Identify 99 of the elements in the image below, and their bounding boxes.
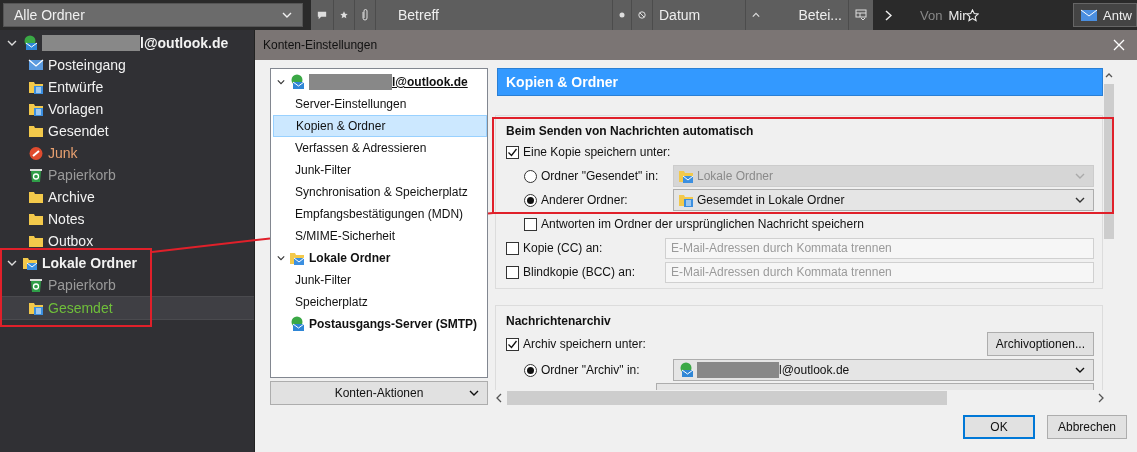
reply-button[interactable]: Antw bbox=[1073, 3, 1137, 27]
column-picker-icon[interactable] bbox=[855, 9, 867, 21]
folder-item[interactable]: Papierkorb bbox=[0, 164, 254, 186]
folder-item[interactable]: Outbox bbox=[0, 230, 254, 252]
folder-item[interactable]: Vorlagen bbox=[0, 98, 254, 120]
radio-label: Anderer Ordner: bbox=[541, 193, 629, 207]
tree-item[interactable]: Junk-Filter bbox=[273, 159, 487, 181]
chevron-down-icon bbox=[7, 40, 17, 46]
folder-icon bbox=[28, 300, 44, 316]
tree-item[interactable]: S/MIME-Sicherheit bbox=[273, 225, 487, 247]
horizontal-scrollbar[interactable] bbox=[495, 390, 1105, 406]
folder-icon bbox=[289, 250, 305, 266]
folder-item[interactable]: Posteingang bbox=[0, 54, 254, 76]
account-icon bbox=[22, 35, 38, 51]
account-row[interactable]: Lokale Ordner bbox=[0, 252, 254, 274]
tree-item[interactable]: l@outlook.de bbox=[273, 71, 487, 93]
bin-icon bbox=[28, 277, 44, 293]
folder-item[interactable]: Gesemdet bbox=[0, 296, 254, 320]
folder-item[interactable]: Entwürfe bbox=[0, 76, 254, 98]
blocked-icon[interactable] bbox=[638, 9, 646, 21]
tree-item[interactable]: Lokale Ordner bbox=[273, 247, 487, 269]
account-actions-button[interactable]: Konten-Aktionen bbox=[270, 381, 488, 405]
section-title: Beim Senden von Nachrichten automatisch bbox=[506, 123, 755, 140]
chevron-down-icon[interactable] bbox=[277, 79, 285, 85]
envelope-icon bbox=[1080, 7, 1099, 23]
folder-icon bbox=[28, 123, 44, 139]
dialog-title: Konten-Einstellungen bbox=[263, 38, 378, 52]
panel-header: Kopien & Ordner bbox=[497, 68, 1104, 96]
bcc-field[interactable]: E-Mail-Adressen durch Kommata trennen bbox=[665, 261, 1095, 283]
checkbox-label: Antworten im Ordner der ursprünglichen Nachricht speichern bbox=[541, 217, 864, 231]
chevron-down-icon bbox=[1075, 173, 1086, 179]
checkbox[interactable] bbox=[506, 241, 519, 255]
folder-item[interactable]: Notes bbox=[0, 208, 254, 230]
cc-field[interactable]: E-Mail-Adressen durch Kommata trennen bbox=[665, 237, 1095, 259]
scroll-right-icon[interactable] bbox=[1097, 391, 1105, 405]
close-icon bbox=[1113, 38, 1125, 51]
tree-item[interactable]: Postausgangs-Server (SMTP) bbox=[273, 313, 487, 335]
chevron-down-icon bbox=[1075, 197, 1086, 203]
radio-button[interactable] bbox=[524, 363, 537, 377]
radio-button[interactable] bbox=[524, 193, 537, 207]
checkbox-label: Blindkopie (BCC) an: bbox=[523, 265, 637, 279]
tree-item[interactable]: Speicherplatz bbox=[273, 291, 487, 313]
speech-bubble-icon[interactable] bbox=[317, 9, 327, 21]
scroll-left-icon[interactable] bbox=[495, 391, 503, 405]
folder-icon bbox=[22, 255, 38, 271]
chevron-down-icon bbox=[7, 260, 17, 266]
envelope-icon bbox=[28, 57, 44, 73]
folder-item[interactable]: Papierkorb bbox=[0, 274, 254, 296]
from-label: Von bbox=[920, 7, 943, 23]
folder-icon bbox=[28, 101, 44, 117]
account-icon bbox=[289, 316, 305, 332]
star-icon[interactable] bbox=[966, 8, 980, 22]
tree-item[interactable]: Synchronisation & Speicherplatz bbox=[273, 181, 487, 203]
twisty-icon[interactable] bbox=[6, 260, 18, 266]
chevron-right-icon[interactable] bbox=[885, 9, 892, 21]
dot-icon[interactable] bbox=[619, 12, 625, 18]
tree-item[interactable]: Server-Einstellungen bbox=[273, 93, 487, 115]
checkbox-label: Archiv speichern unter: bbox=[523, 337, 646, 351]
bin-icon bbox=[28, 167, 44, 183]
chevron-down-icon bbox=[469, 390, 479, 396]
radio-label: Ordner "Archiv" in: bbox=[541, 363, 641, 377]
twisty-icon[interactable] bbox=[6, 40, 18, 46]
sender-name: Mir bbox=[948, 7, 967, 23]
folder-item[interactable]: Junk bbox=[0, 142, 254, 164]
account-icon bbox=[289, 74, 305, 90]
checkbox-label: Eine Kopie speichern unter: bbox=[523, 145, 671, 159]
checkbox[interactable] bbox=[524, 217, 537, 231]
folder-item[interactable]: Gesendet bbox=[0, 120, 254, 142]
folder-icon bbox=[28, 79, 44, 95]
tree-item[interactable]: Verfassen & Adressieren bbox=[273, 137, 487, 159]
folder-icon bbox=[678, 192, 694, 208]
checkbox-label: Kopie (CC) an: bbox=[523, 241, 604, 255]
tree-item[interactable]: Kopien & Ordner bbox=[273, 115, 487, 137]
checkbox[interactable] bbox=[506, 145, 519, 159]
tree-item[interactable]: Empfangsbestätigungen (MDN) bbox=[273, 203, 487, 225]
folder-icon bbox=[678, 168, 694, 184]
archive-options-button[interactable]: Archivoptionen... bbox=[986, 332, 1095, 356]
account-icon bbox=[678, 362, 694, 378]
folder-dropdown[interactable]: Gesemdet in Lokale Ordner bbox=[673, 189, 1095, 211]
paperclip-icon[interactable] bbox=[361, 8, 369, 22]
section-title: Nachrichtenarchiv bbox=[506, 313, 612, 330]
checkbox[interactable] bbox=[506, 265, 519, 279]
folder-icon bbox=[28, 189, 44, 205]
checkbox[interactable] bbox=[506, 337, 519, 351]
folder-dropdown[interactable]: l@outlook.de bbox=[673, 359, 1095, 381]
chevron-down-icon bbox=[1075, 367, 1086, 373]
chevron-down-icon[interactable] bbox=[277, 255, 285, 261]
folder-dropdown[interactable]: Alle Ordner bbox=[3, 3, 303, 27]
star-icon[interactable] bbox=[340, 9, 348, 21]
tree-item[interactable]: Junk-Filter bbox=[273, 269, 487, 291]
radio-label: Ordner "Gesendet" in: bbox=[541, 169, 660, 183]
account-row[interactable]: l@outlook.de bbox=[0, 32, 254, 54]
folder-icon bbox=[28, 233, 44, 249]
no-entry-icon bbox=[28, 145, 44, 161]
folder-item[interactable]: Archive bbox=[0, 186, 254, 208]
cancel-button[interactable]: Abbrechen bbox=[1047, 415, 1127, 439]
chevron-down-icon bbox=[282, 12, 292, 18]
folder-icon bbox=[28, 211, 44, 227]
ok-button[interactable]: OK bbox=[963, 415, 1035, 439]
